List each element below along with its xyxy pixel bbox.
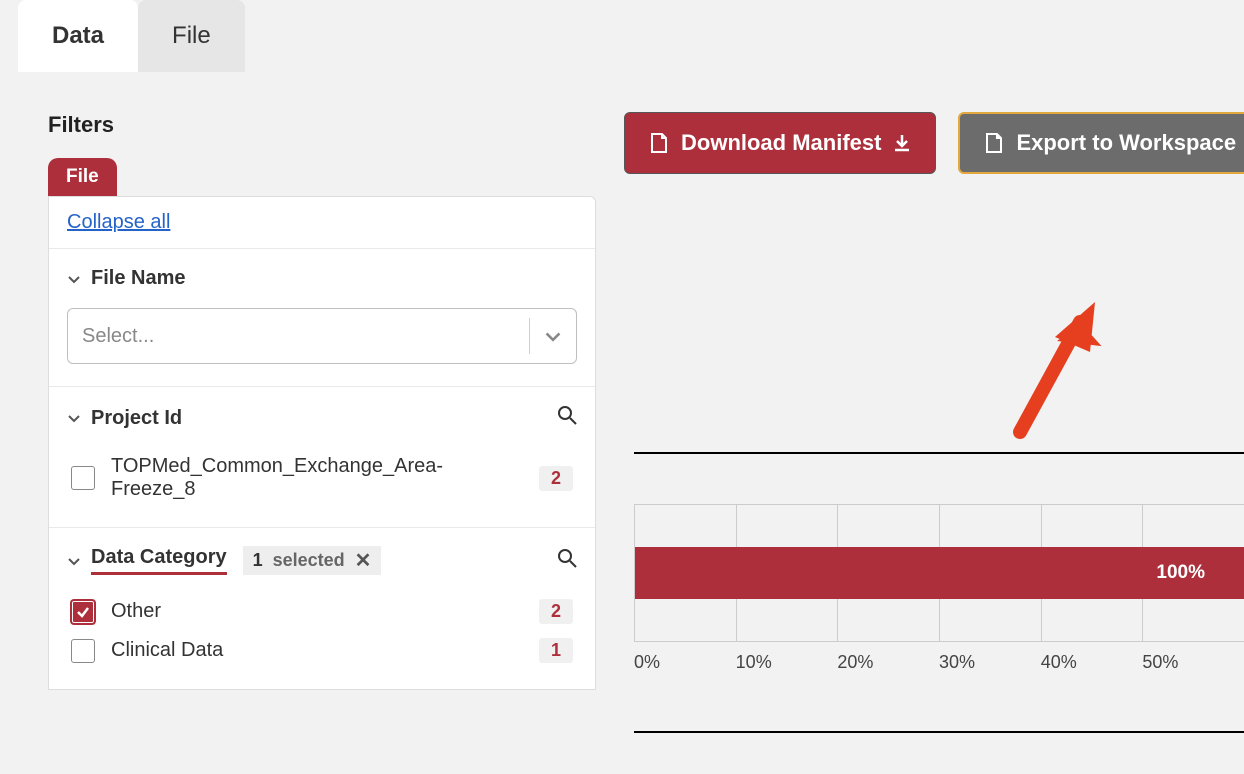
filter-section-file-name: File Name Select... [49,248,595,386]
selected-count: 1 [253,550,263,571]
file-icon [649,132,669,154]
filter-subtab-file[interactable]: File [48,158,117,196]
selected-count-chip[interactable]: 1 selected ✕ [243,546,382,575]
main-tabbar: Data File [0,0,1244,72]
chart-bottom-rule [634,731,1244,733]
checkbox-unchecked[interactable] [71,466,95,490]
axis-tick: 40% [1041,652,1143,673]
axis-tick: 0% [634,652,736,673]
download-icon [893,133,911,153]
collapse-all-link[interactable]: Collapse all [67,211,170,233]
chart-top-rule [634,452,1244,454]
section-title-data-category: Data Category [91,546,227,575]
file-name-select[interactable]: Select... [67,308,577,364]
checkbox-checked[interactable] [71,600,95,624]
export-workspace-label: Export to Workspace [1016,130,1236,156]
chart-bar-label: 100% [1156,562,1205,584]
chart-x-axis: 0% 10% 20% 30% 40% 50% [634,652,1244,673]
filter-panel: File Collapse all File Name [48,158,596,690]
chevron-down-icon [529,318,562,354]
search-icon[interactable] [557,548,577,574]
option-label: Clinical Data [111,639,523,662]
tab-file[interactable]: File [138,0,245,72]
close-icon[interactable]: ✕ [355,551,372,571]
selected-text: selected [273,550,345,571]
checkbox-unchecked[interactable] [71,639,95,663]
chevron-down-icon[interactable] [67,554,81,568]
count-badge: 2 [539,466,573,491]
count-badge: 2 [539,599,573,624]
filter-subtab-bar: File [48,158,596,196]
tab-data[interactable]: Data [18,0,138,72]
axis-tick: 30% [939,652,1041,673]
option-label: TOPMed_Common_Exchange_Area-Freeze_8 [111,455,523,501]
data-category-option[interactable]: Other 2 [67,589,577,628]
download-manifest-button[interactable]: Download Manifest [624,112,936,174]
filter-section-data-category: Data Category 1 selected ✕ [49,527,595,689]
section-title-file-name: File Name [91,267,185,290]
file-icon [984,132,1004,154]
project-id-option[interactable]: TOPMed_Common_Exchange_Area-Freeze_8 2 [67,445,577,505]
axis-tick: 20% [837,652,939,673]
export-workspace-button[interactable]: Export to Workspace [958,112,1244,174]
download-manifest-label: Download Manifest [681,130,881,156]
search-icon[interactable] [557,405,577,431]
annotation-arrow-icon [1000,292,1120,452]
chevron-down-icon[interactable] [67,272,81,286]
axis-tick: 10% [736,652,838,673]
chart-bar: 100% [635,547,1244,599]
chevron-down-icon[interactable] [67,411,81,425]
file-name-select-placeholder: Select... [82,325,154,348]
count-badge: 1 [539,638,573,663]
filter-section-project-id: Project Id TOPMed_Common_Exchange_Area-F… [49,386,595,527]
content-area: Filters File Collapse all File Na [0,72,1244,774]
distribution-chart: 100% 0% 10% 20% 30% 40% 50% [634,452,1244,733]
chart-plot: 100% [634,504,1244,642]
option-label: Other [111,600,523,623]
data-category-option[interactable]: Clinical Data 1 [67,628,577,667]
section-title-project-id: Project Id [91,407,182,430]
action-buttons: Download Manifest Export to Workspace [624,112,1244,174]
axis-tick: 50% [1142,652,1244,673]
